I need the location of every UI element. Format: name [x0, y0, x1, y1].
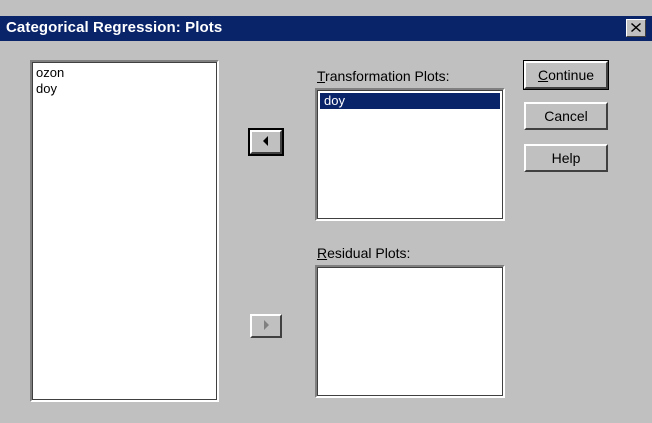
list-item[interactable]: doy: [320, 93, 500, 109]
move-left-button[interactable]: [248, 128, 284, 156]
close-button[interactable]: [626, 19, 646, 37]
residual-plots-label-rest: esidual Plots:: [327, 245, 411, 261]
continue-label-accel: C: [537, 67, 549, 83]
source-variable-list[interactable]: ozon doy: [30, 60, 219, 402]
residual-plots-label-accel: R: [317, 245, 328, 261]
help-button[interactable]: Help: [524, 144, 608, 172]
transformation-plots-label: Transformation Plots:: [317, 68, 450, 84]
help-label: Help: [551, 150, 581, 166]
cancel-label: Cancel: [544, 108, 588, 124]
continue-label-rest: ontinue: [548, 67, 595, 83]
transformation-plots-label-rest: ransformation Plots:: [325, 68, 450, 84]
transformation-plots-label-accel: T: [317, 68, 326, 84]
title-bar[interactable]: Categorical Regression: Plots: [0, 16, 652, 41]
move-right-button[interactable]: [250, 314, 282, 338]
window-title: Categorical Regression: Plots: [6, 19, 223, 36]
arrow-right-icon: [262, 317, 270, 335]
residual-plots-label: Residual Plots:: [317, 245, 410, 261]
list-item[interactable]: ozon: [32, 65, 217, 81]
close-icon: [631, 19, 641, 37]
continue-button[interactable]: Continue: [523, 60, 609, 90]
arrow-left-icon: [262, 133, 270, 151]
list-item[interactable]: doy: [32, 81, 217, 97]
plots-dialog: Categorical Regression: Plots ozon doy T…: [0, 0, 652, 423]
cancel-button[interactable]: Cancel: [524, 102, 608, 130]
residual-plots-list[interactable]: [315, 265, 505, 398]
transformation-plots-list[interactable]: doy: [315, 88, 505, 221]
